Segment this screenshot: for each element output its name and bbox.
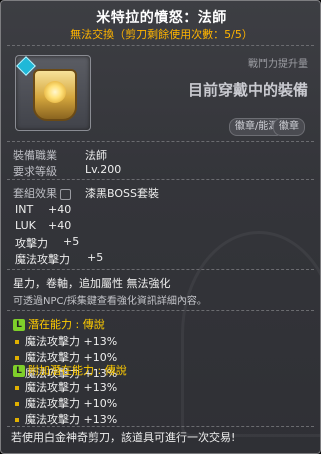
- potential-title: 潛在能力 : 傳說: [28, 318, 105, 331]
- emblem-button[interactable]: 徽章: [273, 118, 305, 136]
- combat-power-boost-label: 戰鬥力提升量: [248, 59, 308, 70]
- set-effect-value: 漆黑BOSS套裝: [85, 187, 159, 200]
- bonus-potential-text: 魔法攻擊力 +13%: [25, 413, 118, 426]
- mitra-emblem-icon: [33, 69, 77, 121]
- emblem-core: [44, 81, 66, 103]
- potential-text: 魔法攻擊力 +13%: [25, 335, 118, 348]
- stat-value: +40: [48, 203, 72, 216]
- trade-status: 無法交換（剪刀剩餘使用次數：5/5）: [70, 28, 253, 41]
- bonus-potential-title: 附加潛在能力 : 傳說: [28, 364, 127, 377]
- legendary-icon: L: [13, 365, 25, 377]
- divider: [7, 141, 314, 142]
- item-icon-frame: [15, 55, 91, 131]
- bonus-potential-text: 魔法攻擊力 +10%: [25, 397, 118, 410]
- stat-row: 攻擊力 +5: [15, 235, 79, 251]
- bullet-icon: [15, 340, 19, 344]
- enhance-info: 星力，卷軸，追加屬性 無法強化: [13, 277, 171, 290]
- bonus-potential-title-row: L 附加潛在能力 : 傳說: [13, 362, 127, 378]
- stat-row: INT +40: [15, 203, 71, 216]
- stat-value: +5: [63, 235, 80, 248]
- stat-value: +5: [87, 251, 104, 264]
- level-row: 要求等級 Lv.200: [13, 163, 121, 179]
- potential-line: 魔法攻擊力 +13%: [15, 333, 117, 349]
- level-label: 要求等級: [13, 165, 57, 178]
- set-effect-label: 套組效果: [13, 187, 57, 200]
- currently-equipped-label: 目前穿戴中的裝備: [187, 81, 308, 99]
- stat-name: 魔法攻擊力: [15, 253, 70, 266]
- stat-name: LUK: [15, 219, 36, 232]
- set-effect-row: 套組效果 漆黑BOSS套裝: [13, 185, 159, 201]
- divider: [7, 426, 314, 427]
- bullet-icon: [15, 386, 19, 390]
- trade-hint: 若使用白金神奇剪刀，該道具可進行一次交易!: [11, 431, 236, 444]
- bullet-icon: [15, 402, 19, 406]
- item-tooltip: 米特拉的憤怒：法師 無法交換（剪刀剩餘使用次數：5/5） 戰鬥力提升量 目前穿戴…: [0, 0, 321, 454]
- stat-name: 攻擊力: [15, 237, 48, 250]
- item-title: 米特拉的憤怒：法師: [96, 10, 227, 26]
- divider: [7, 269, 314, 270]
- set-info-icon[interactable]: [60, 188, 71, 200]
- potential-header: L 潛在能力 : 傳說: [13, 316, 105, 332]
- level-value: Lv.200: [85, 163, 122, 176]
- stat-row: LUK +40: [15, 219, 71, 232]
- stat-value: +40: [48, 219, 72, 232]
- bonus-potential-line: 魔法攻擊力 +13%: [15, 411, 117, 427]
- bonus-potential-line: 魔法攻擊力 +13%: [15, 379, 117, 395]
- background-watermark: [181, 231, 320, 437]
- divider: [7, 45, 314, 46]
- stat-row: 魔法攻擊力 +5: [15, 251, 103, 267]
- job-value: 法師: [85, 149, 107, 162]
- legendary-icon: L: [13, 319, 25, 331]
- divider: [7, 179, 314, 180]
- bonus-potential-line: 魔法攻擊力 +10%: [15, 395, 117, 411]
- bullet-icon: [15, 418, 19, 422]
- job-label: 裝備職業: [13, 149, 57, 162]
- divider: [7, 310, 314, 311]
- enhance-info-detail: 可透過NPC/採集鍵查看強化資訊詳細內容。: [13, 296, 207, 307]
- stat-name: INT: [15, 203, 34, 216]
- job-row: 裝備職業 法師: [13, 147, 107, 163]
- bullet-icon: [15, 356, 19, 360]
- bonus-potential-text: 魔法攻擊力 +13%: [25, 381, 118, 394]
